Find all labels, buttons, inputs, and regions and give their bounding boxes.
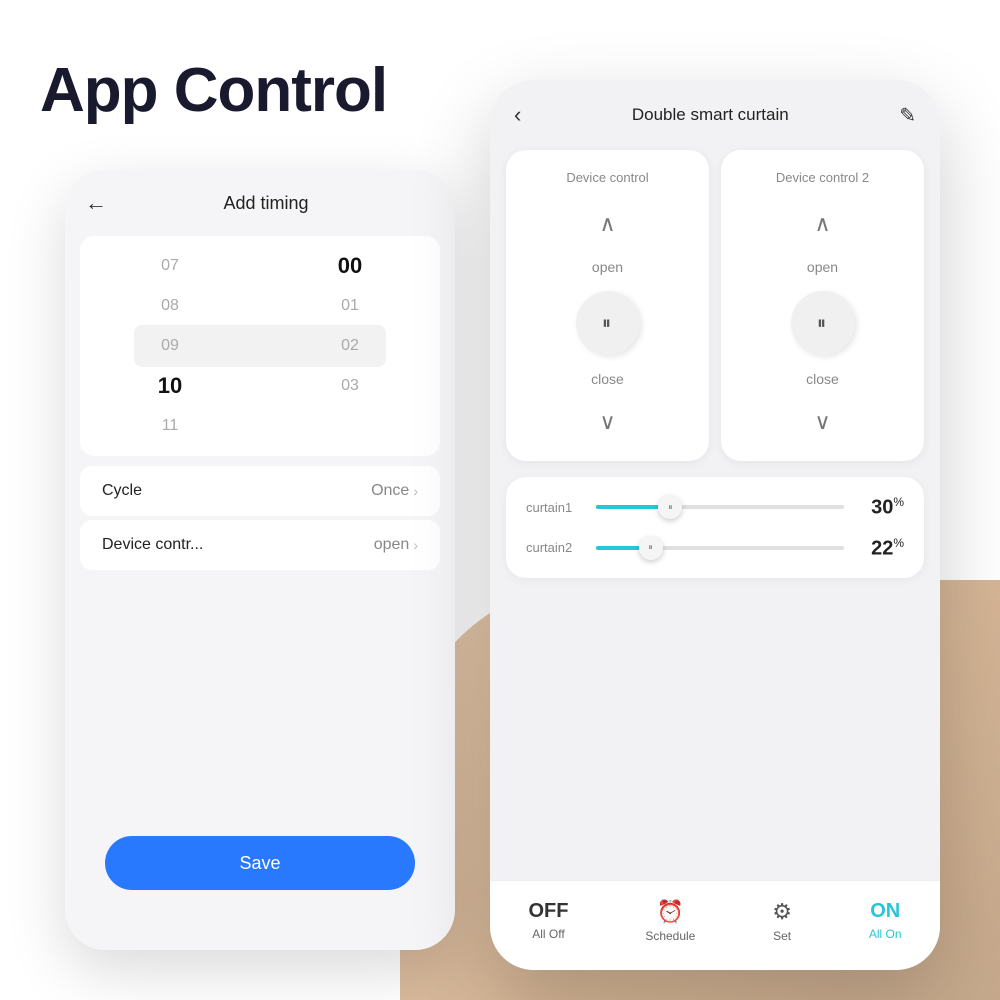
- curtain2-percent: 22%: [856, 536, 904, 561]
- phone1-back-button[interactable]: ←: [85, 190, 107, 216]
- card1-arrow-down[interactable]: ∨: [593, 403, 621, 441]
- card2-label: Device control 2: [776, 170, 869, 185]
- card2-pause-button[interactable]: ⏸: [791, 291, 855, 355]
- all-on-button[interactable]: ON All On: [869, 900, 902, 941]
- sliders-section: curtain1 ⏸ 30% curtain2 ⏸ 22%: [506, 477, 924, 578]
- phone2-header: ‹ Double smart curtain ✎: [490, 80, 940, 142]
- device-control-label: Device contr...: [102, 536, 203, 554]
- all-off-icon: OFF: [528, 900, 568, 923]
- cycle-chevron: ›: [413, 483, 418, 499]
- minute-00-selected: 00: [260, 246, 440, 286]
- schedule-button[interactable]: ⏰ Schedule: [645, 899, 695, 943]
- time-picker[interactable]: 07 08 09 10 11 12 13 00 01 02 03: [80, 236, 440, 456]
- cycle-label: Cycle: [102, 482, 142, 500]
- minute-03: 03: [260, 366, 440, 406]
- card2-arrow-up[interactable]: ∧: [808, 205, 836, 243]
- set-button[interactable]: ⚙ Set: [772, 899, 792, 943]
- card1-open-label: open: [592, 259, 623, 275]
- control-card-1: Device control ∧ open ⏸ close ∨: [506, 150, 709, 461]
- curtain1-thumb[interactable]: ⏸: [658, 495, 682, 519]
- hour-11: 11: [80, 406, 260, 446]
- card2-arrow-down[interactable]: ∨: [808, 403, 836, 441]
- curtain1-thumb-icon: ⏸: [668, 502, 673, 513]
- minute-column[interactable]: 00 01 02 03: [260, 246, 440, 446]
- hour-09: 09: [80, 326, 260, 366]
- device-control-value: open ›: [374, 536, 418, 554]
- card2-close-label: close: [806, 371, 839, 387]
- control-card-2: Device control 2 ∧ open ⏸ close ∨: [721, 150, 924, 461]
- cycle-value: Once ›: [371, 482, 418, 500]
- phone1-title: Add timing: [127, 193, 405, 214]
- phone2-edit-button[interactable]: ✎: [899, 103, 916, 128]
- curtain2-thumb[interactable]: ⏸: [639, 536, 663, 560]
- curtain2-thumb-icon: ⏸: [648, 542, 653, 553]
- minute-01: 01: [260, 286, 440, 326]
- card1-label: Device control: [566, 170, 648, 185]
- curtain2-track[interactable]: ⏸: [596, 546, 844, 550]
- minute-02: 02: [260, 326, 440, 366]
- curtain2-row: curtain2 ⏸ 22%: [526, 536, 904, 561]
- curtain2-name: curtain2: [526, 540, 584, 555]
- curtain1-row: curtain1 ⏸ 30%: [526, 495, 904, 520]
- phone2-double-curtain: ‹ Double smart curtain ✎ Device control …: [490, 80, 940, 970]
- device-control-row[interactable]: Device contr... open ›: [80, 520, 440, 570]
- bottom-bar: OFF All Off ⏰ Schedule ⚙ Set ON All On: [490, 880, 940, 970]
- card1-pause-icon: ⏸: [602, 313, 613, 334]
- curtain1-name: curtain1: [526, 500, 584, 515]
- set-icon: ⚙: [772, 899, 792, 925]
- hour-10-selected: 10: [80, 366, 260, 406]
- control-cards: Device control ∧ open ⏸ close ∨ Device c…: [506, 150, 924, 461]
- card1-close-label: close: [591, 371, 624, 387]
- phone2-back-button[interactable]: ‹: [514, 102, 521, 128]
- device-control-chevron: ›: [413, 537, 418, 553]
- card1-pause-button[interactable]: ⏸: [576, 291, 640, 355]
- all-off-button[interactable]: OFF All Off: [528, 900, 568, 941]
- phone2-title: Double smart curtain: [632, 105, 789, 125]
- set-label: Set: [773, 929, 791, 943]
- card1-arrow-up[interactable]: ∧: [593, 205, 621, 243]
- cycle-row[interactable]: Cycle Once ›: [80, 466, 440, 516]
- schedule-icon: ⏰: [657, 899, 684, 925]
- curtain1-percent: 30%: [856, 495, 904, 520]
- hour-07: 07: [80, 246, 260, 286]
- all-on-label: All On: [869, 927, 902, 941]
- card2-open-label: open: [807, 259, 838, 275]
- all-off-label: All Off: [532, 927, 564, 941]
- app-control-title: App Control: [40, 55, 387, 126]
- time-columns: 07 08 09 10 11 12 13 00 01 02 03: [80, 246, 440, 446]
- hour-08: 08: [80, 286, 260, 326]
- save-button[interactable]: Save: [105, 836, 415, 890]
- curtain1-track[interactable]: ⏸: [596, 505, 844, 509]
- phone1-add-timing: ← Add timing 07 08 09 10 11 12 13 00 01 …: [65, 170, 455, 950]
- hour-column[interactable]: 07 08 09 10 11 12 13: [80, 246, 260, 446]
- all-on-icon: ON: [870, 900, 900, 923]
- schedule-label: Schedule: [645, 929, 695, 943]
- card2-pause-icon: ⏸: [817, 313, 828, 334]
- phone1-header: ← Add timing: [65, 170, 455, 226]
